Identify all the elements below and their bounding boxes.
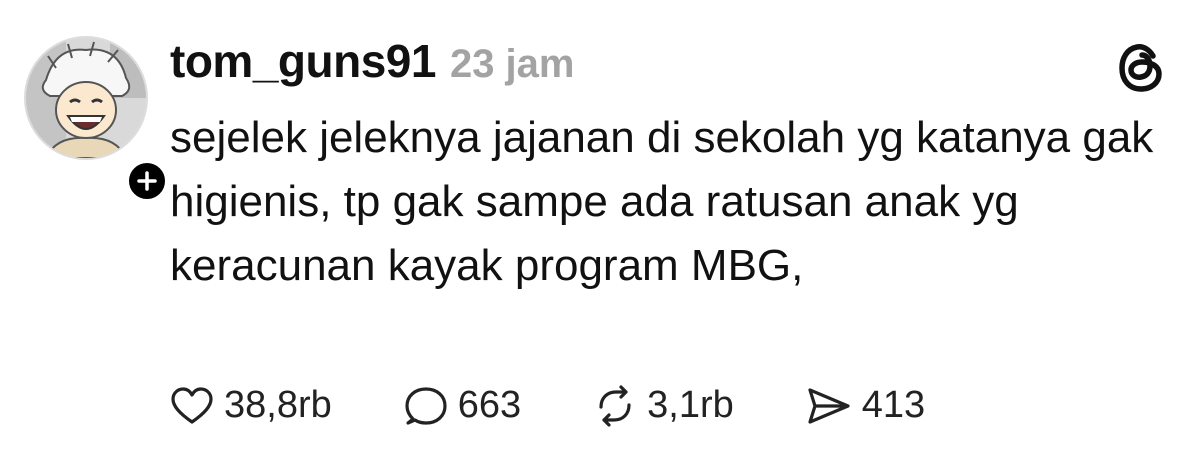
comment-icon [405,386,447,425]
post-header: tom_guns91 23 jam [170,34,574,90]
threads-logo-icon [1119,44,1162,92]
follow-button[interactable] [124,158,170,204]
username-link[interactable]: tom_guns91 [170,34,436,88]
reply-button[interactable]: 663 [404,384,521,427]
send-icon [808,387,850,424]
share-count: 413 [861,384,926,426]
reply-count: 663 [457,384,522,426]
threads-logo[interactable] [1116,40,1168,96]
share-button[interactable]: 413 [806,384,925,427]
like-count: 38,8rb [224,384,332,426]
post-actions-bar: 38,8rb 663 3,1rb 413 [170,384,925,427]
repost-button[interactable]: 3,1rb [593,384,734,427]
avatar[interactable] [24,36,148,160]
post-timestamp[interactable]: 23 jam [450,42,575,87]
avatar-container[interactable] [24,36,170,204]
repost-count: 3,1rb [647,384,734,426]
post-body-text: sejelek jeleknya jajanan di sekolah yg k… [170,113,1154,290]
plus-icon [137,171,157,191]
like-button[interactable]: 38,8rb [170,384,332,427]
heart-icon [171,386,213,424]
anime-avatar-icon [26,38,146,158]
repost-icon [599,384,631,427]
